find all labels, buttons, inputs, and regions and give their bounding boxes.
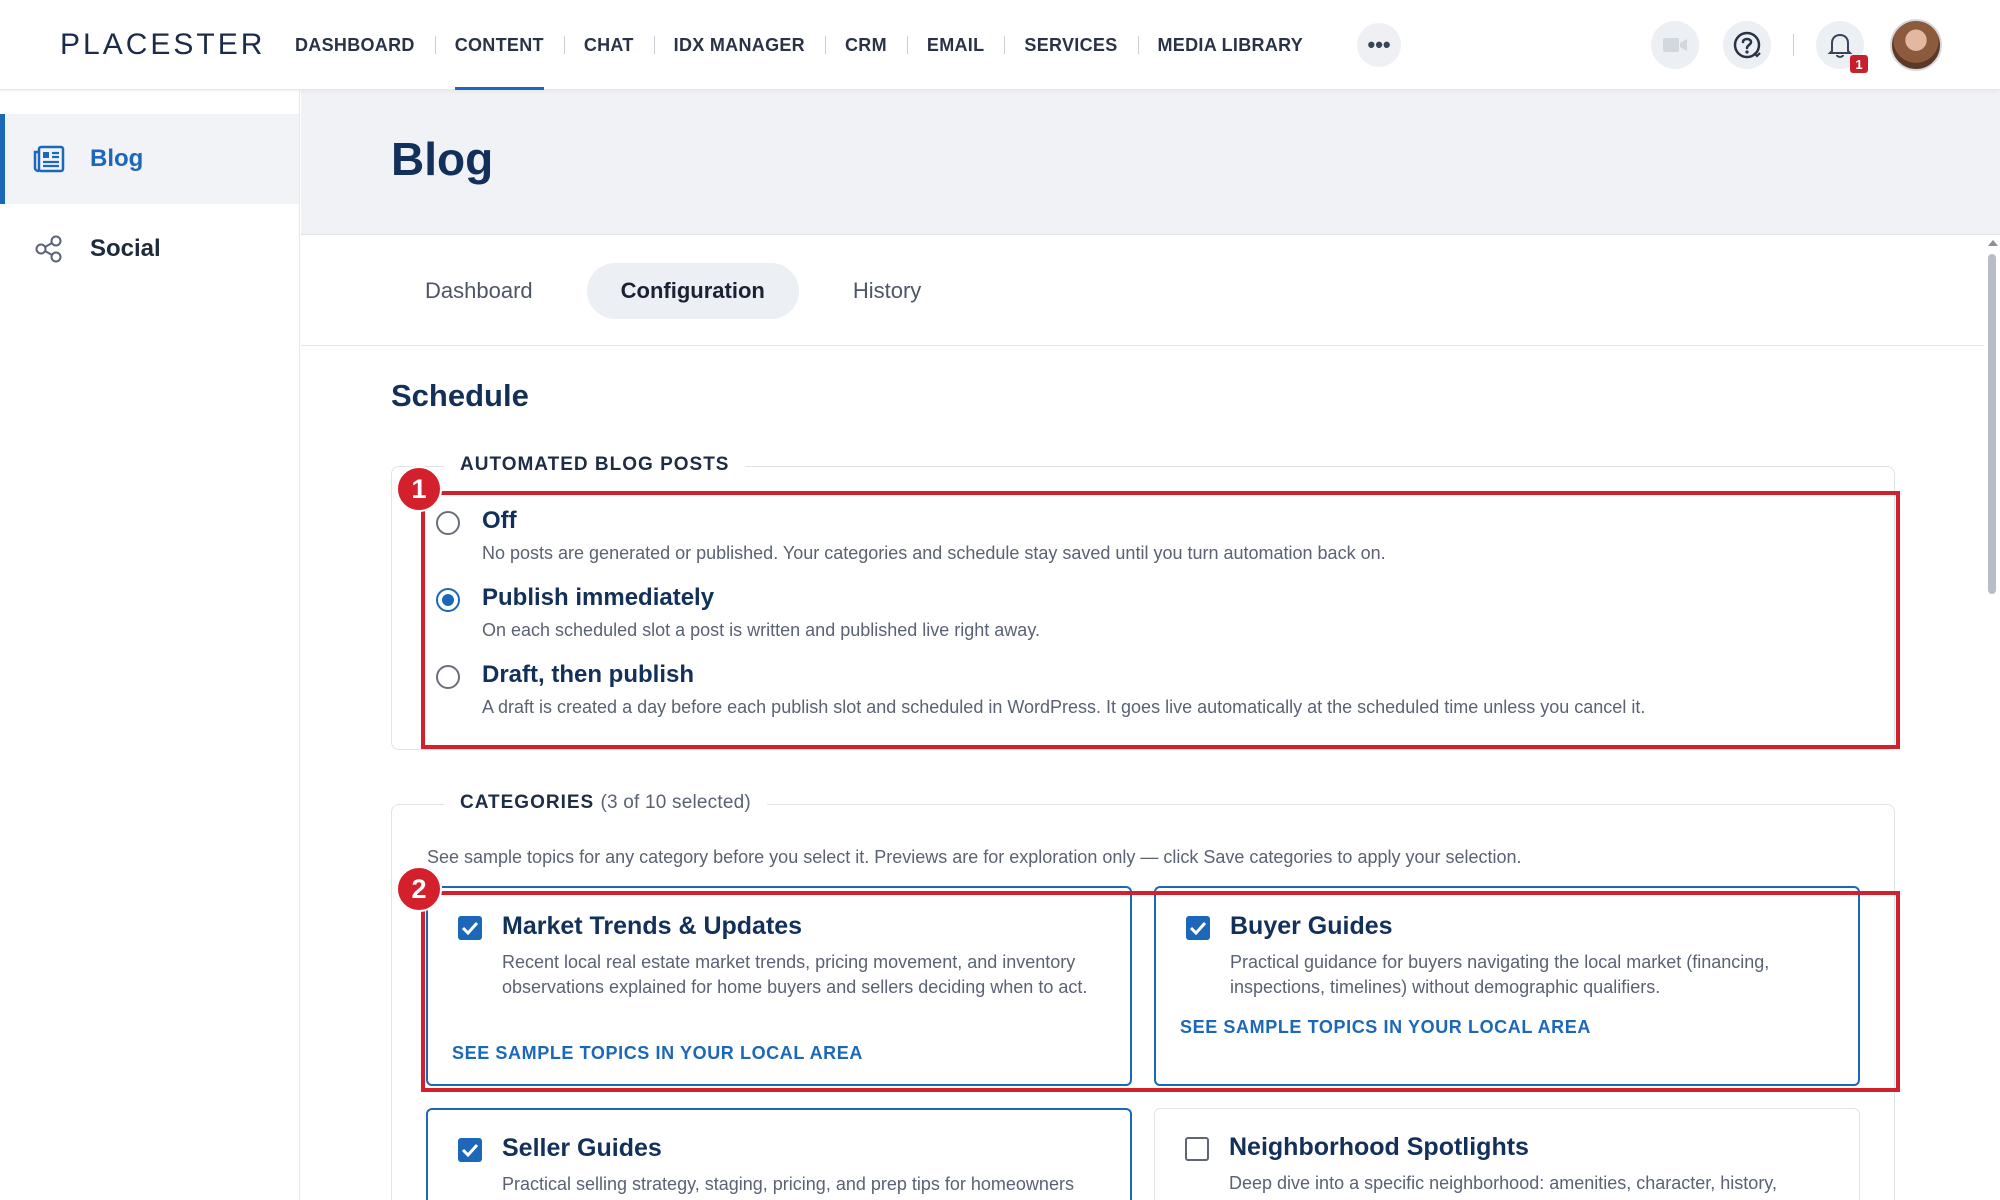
nav-item-media-library[interactable]: MEDIA LIBRARY: [1137, 0, 1324, 90]
newspaper-icon: [32, 142, 66, 176]
category-title: Neighborhood Spotlights: [1229, 1133, 1529, 1161]
category-checkbox[interactable]: [1185, 1137, 1209, 1161]
categories-legend: CATEGORIES (3 of 10 selected): [444, 792, 767, 814]
categories-legend-label: CATEGORIES: [460, 792, 595, 813]
tab-history[interactable]: History: [819, 263, 955, 319]
annotation-box-1: [421, 491, 1900, 749]
scrollbar-thumb[interactable]: [1988, 254, 1996, 594]
tab-bar: Dashboard Configuration History: [301, 236, 2000, 346]
automated-posts-legend: AUTOMATED BLOG POSTS: [444, 454, 746, 476]
divider: [1793, 34, 1794, 56]
nav-item-chat[interactable]: CHAT: [563, 0, 654, 90]
nav-item-services[interactable]: SERVICES: [1004, 0, 1137, 90]
annotation-marker-2: 2: [396, 866, 442, 912]
category-description: Practical selling strategy, staging, pri…: [502, 1174, 1074, 1194]
video-button[interactable]: [1651, 21, 1699, 69]
nav-item-crm[interactable]: CRM: [824, 0, 907, 90]
more-menu-button[interactable]: •••: [1357, 23, 1402, 67]
page-header: Blog: [301, 90, 2000, 235]
categories-count: (3 of 10 selected): [600, 792, 751, 813]
annotation-box-2: [421, 891, 1900, 1092]
category-title: Seller Guides: [502, 1134, 662, 1162]
nav-item-idx-manager[interactable]: IDX MANAGER: [653, 0, 825, 90]
sidebar-item-blog[interactable]: Blog: [0, 114, 299, 204]
user-avatar[interactable]: [1890, 19, 1942, 71]
sidebar: Blog Social: [0, 90, 300, 1200]
page-title: Blog: [391, 133, 494, 185]
nav-item-email[interactable]: EMAIL: [906, 0, 1005, 90]
sidebar-item-label: Blog: [90, 145, 144, 172]
annotation-marker-1: 1: [396, 466, 442, 512]
categories-intro: See sample topics for any category befor…: [427, 847, 1522, 867]
category-checkbox[interactable]: [458, 1138, 482, 1162]
bell-icon: [1827, 33, 1853, 58]
notifications-button[interactable]: 1: [1816, 21, 1868, 73]
nav-item-content[interactable]: CONTENT: [434, 0, 564, 90]
share-icon: [32, 232, 66, 266]
category-card-neighborhood-spotlights[interactable]: Neighborhood Spotlights Deep dive into a…: [1154, 1108, 1860, 1200]
tab-configuration[interactable]: Configuration: [586, 262, 799, 319]
top-navbar: PLACESTER DASHBOARD CONTENT CHAT IDX MAN…: [0, 0, 2000, 90]
checkmark-icon: [461, 1143, 479, 1157]
scrollbar[interactable]: [1984, 236, 2000, 1200]
video-camera-icon: [1663, 38, 1687, 52]
placester-logo[interactable]: PLACESTER: [60, 28, 265, 62]
tab-dashboard[interactable]: Dashboard: [391, 263, 567, 319]
top-right-actions: 1: [1651, 19, 1942, 73]
section-title-schedule: Schedule: [391, 378, 529, 413]
help-button[interactable]: [1723, 21, 1771, 69]
help-icon: [1733, 31, 1761, 59]
notification-badge: 1: [1850, 55, 1868, 73]
nav-item-dashboard[interactable]: DASHBOARD: [275, 0, 435, 90]
category-card-seller-guides[interactable]: Seller Guides Practical selling strategy…: [426, 1108, 1132, 1200]
sidebar-item-label: Social: [90, 235, 161, 262]
scroll-up-arrow-icon[interactable]: [1988, 240, 1998, 246]
main-nav: DASHBOARD CONTENT CHAT IDX MANAGER CRM E…: [275, 0, 1402, 90]
category-description: Deep dive into a specific neighborhood: …: [1229, 1173, 1777, 1193]
sidebar-item-social[interactable]: Social: [0, 204, 299, 294]
